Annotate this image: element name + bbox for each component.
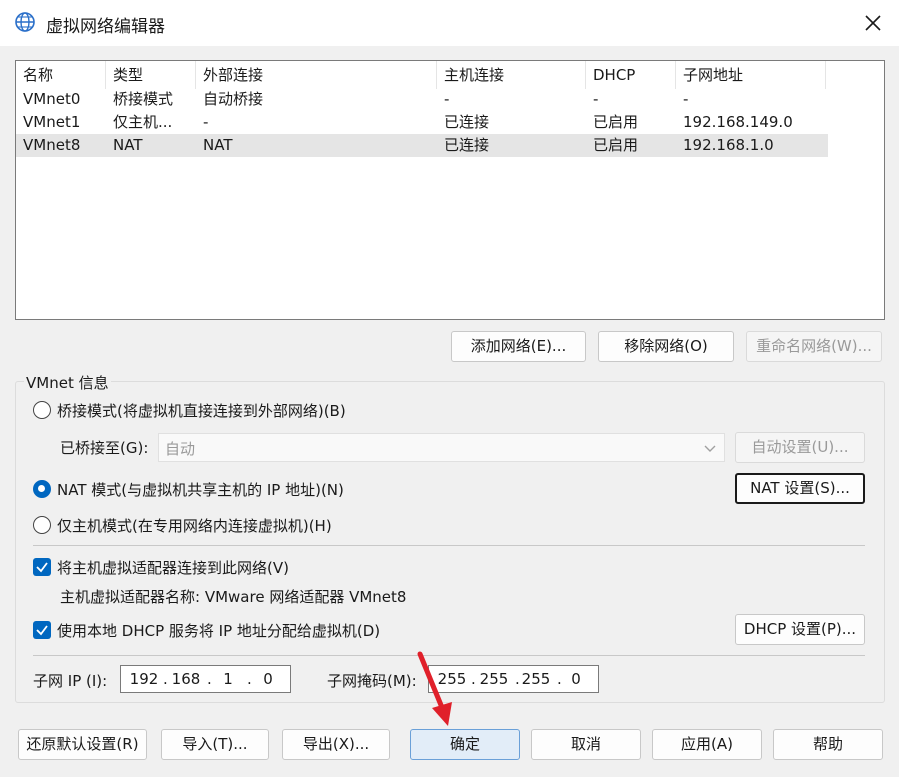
bridged-to-select[interactable]: 自动 <box>158 433 725 462</box>
cell-external: 自动桥接 <box>203 90 264 108</box>
title-bar: 虚拟网络编辑器 <box>0 0 899 46</box>
host-only-label[interactable]: 仅主机模式(在专用网络内连接虚拟机)(H) <box>57 515 332 536</box>
checkmark-icon <box>36 562 48 573</box>
column-header-host[interactable]: 主机连接 <box>437 61 586 89</box>
bridged-to-value: 自动 <box>165 440 196 458</box>
apply-button[interactable]: 应用(A) <box>652 729 762 760</box>
nat-mode-label[interactable]: NAT 模式(与虚拟机共享主机的 IP 地址)(N) <box>57 479 344 500</box>
vmnet-info-label: VMnet 信息 <box>24 372 111 393</box>
ok-button[interactable]: 确定 <box>410 729 520 760</box>
close-button[interactable] <box>847 0 899 46</box>
remove-network-button[interactable]: 移除网络(O) <box>598 331 734 362</box>
red-arrow-icon <box>417 651 452 726</box>
cell-type: 仅主机... <box>113 113 173 131</box>
ip-octet: 0 <box>571 670 581 688</box>
ip-dot: . <box>207 670 212 688</box>
table-row[interactable]: VMnet1 仅主机... - 已连接 已启用 192.168.149.0 <box>16 111 828 134</box>
cell-name: VMnet0 <box>23 90 81 108</box>
cell-host: 已连接 <box>444 136 490 154</box>
chevron-down-icon <box>704 445 716 452</box>
bridged-mode-label[interactable]: 桥接模式(将虚拟机直接连接到外部网络)(B) <box>57 400 346 421</box>
cell-subnet: - <box>683 90 689 108</box>
connect-adapter-label[interactable]: 将主机虚拟适配器连接到此网络(V) <box>57 557 289 578</box>
ip-octet: 1 <box>223 670 233 688</box>
table-row[interactable]: VMnet0 桥接模式 自动桥接 - - - <box>16 88 828 111</box>
ip-octet: 255 <box>479 670 509 688</box>
column-header-dhcp[interactable]: DHCP <box>586 61 676 89</box>
dhcp-checkbox[interactable] <box>33 621 51 639</box>
bridged-mode-radio[interactable] <box>33 401 51 419</box>
cell-dhcp: 已启用 <box>593 113 639 131</box>
cell-type: 桥接模式 <box>113 90 174 108</box>
subnet-ip-label: 子网 IP (I): <box>33 672 108 690</box>
cell-subnet: 192.168.1.0 <box>683 136 774 154</box>
auto-settings-button[interactable]: 自动设置(U)... <box>735 432 865 463</box>
rename-network-button[interactable]: 重命名网络(W)... <box>746 331 882 362</box>
ip-octet: 168 <box>171 670 201 688</box>
cell-host: - <box>444 90 450 108</box>
ip-dot: . <box>163 670 168 688</box>
column-header-type[interactable]: 类型 <box>106 61 196 89</box>
cell-host: 已连接 <box>444 113 490 131</box>
cell-external: NAT <box>203 136 233 154</box>
divider <box>33 545 865 546</box>
column-header-external[interactable]: 外部连接 <box>196 61 437 89</box>
ip-octet: 0 <box>263 670 273 688</box>
network-list[interactable]: 名称 类型 外部连接 主机连接 DHCP 子网地址 VMnet0 桥接模式 自动… <box>15 60 885 320</box>
cell-subnet: 192.168.149.0 <box>683 113 793 131</box>
host-only-radio[interactable] <box>33 516 51 534</box>
nat-settings-button[interactable]: NAT 设置(S)... <box>735 473 865 504</box>
bridged-to-label: 已桥接至(G): <box>60 439 149 457</box>
nat-mode-radio[interactable] <box>33 480 51 498</box>
add-network-button[interactable]: 添加网络(E)... <box>451 331 586 362</box>
help-button[interactable]: 帮助 <box>773 729 883 760</box>
connect-adapter-checkbox[interactable] <box>33 558 51 576</box>
table-row-selected[interactable]: VMnet8 NAT NAT 已连接 已启用 192.168.1.0 <box>16 134 828 157</box>
ip-dot: . <box>247 670 252 688</box>
column-header-subnet[interactable]: 子网地址 <box>676 61 826 89</box>
window-title: 虚拟网络编辑器 <box>46 17 165 37</box>
column-header-name[interactable]: 名称 <box>16 61 106 89</box>
subnet-mask-label: 子网掩码(M): <box>327 672 417 690</box>
cell-dhcp: 已启用 <box>593 136 639 154</box>
globe-icon <box>14 11 36 33</box>
ip-octet: 255 <box>521 670 551 688</box>
adapter-name-label: 主机虚拟适配器名称: VMware 网络适配器 VMnet8 <box>60 588 407 606</box>
cell-dhcp: - <box>593 90 599 108</box>
cell-type: NAT <box>113 136 143 154</box>
dhcp-label[interactable]: 使用本地 DHCP 服务将 IP 地址分配给虚拟机(D) <box>57 620 380 641</box>
cell-external: - <box>203 113 209 131</box>
cell-name: VMnet1 <box>23 113 81 131</box>
cell-name: VMnet8 <box>23 136 81 154</box>
cancel-button[interactable]: 取消 <box>531 729 641 760</box>
close-icon <box>865 15 881 31</box>
ip-octet: 192 <box>129 670 159 688</box>
checkmark-icon <box>36 625 48 636</box>
import-button[interactable]: 导入(T)... <box>161 729 269 760</box>
dhcp-settings-button[interactable]: DHCP 设置(P)... <box>735 614 865 645</box>
list-header: 名称 类型 外部连接 主机连接 DHCP 子网地址 <box>16 61 884 89</box>
restore-defaults-button[interactable]: 还原默认设置(R) <box>18 729 147 760</box>
export-button[interactable]: 导出(X)... <box>282 729 390 760</box>
subnet-ip-input[interactable]: 192 . 168 . 1 . 0 <box>120 665 291 693</box>
